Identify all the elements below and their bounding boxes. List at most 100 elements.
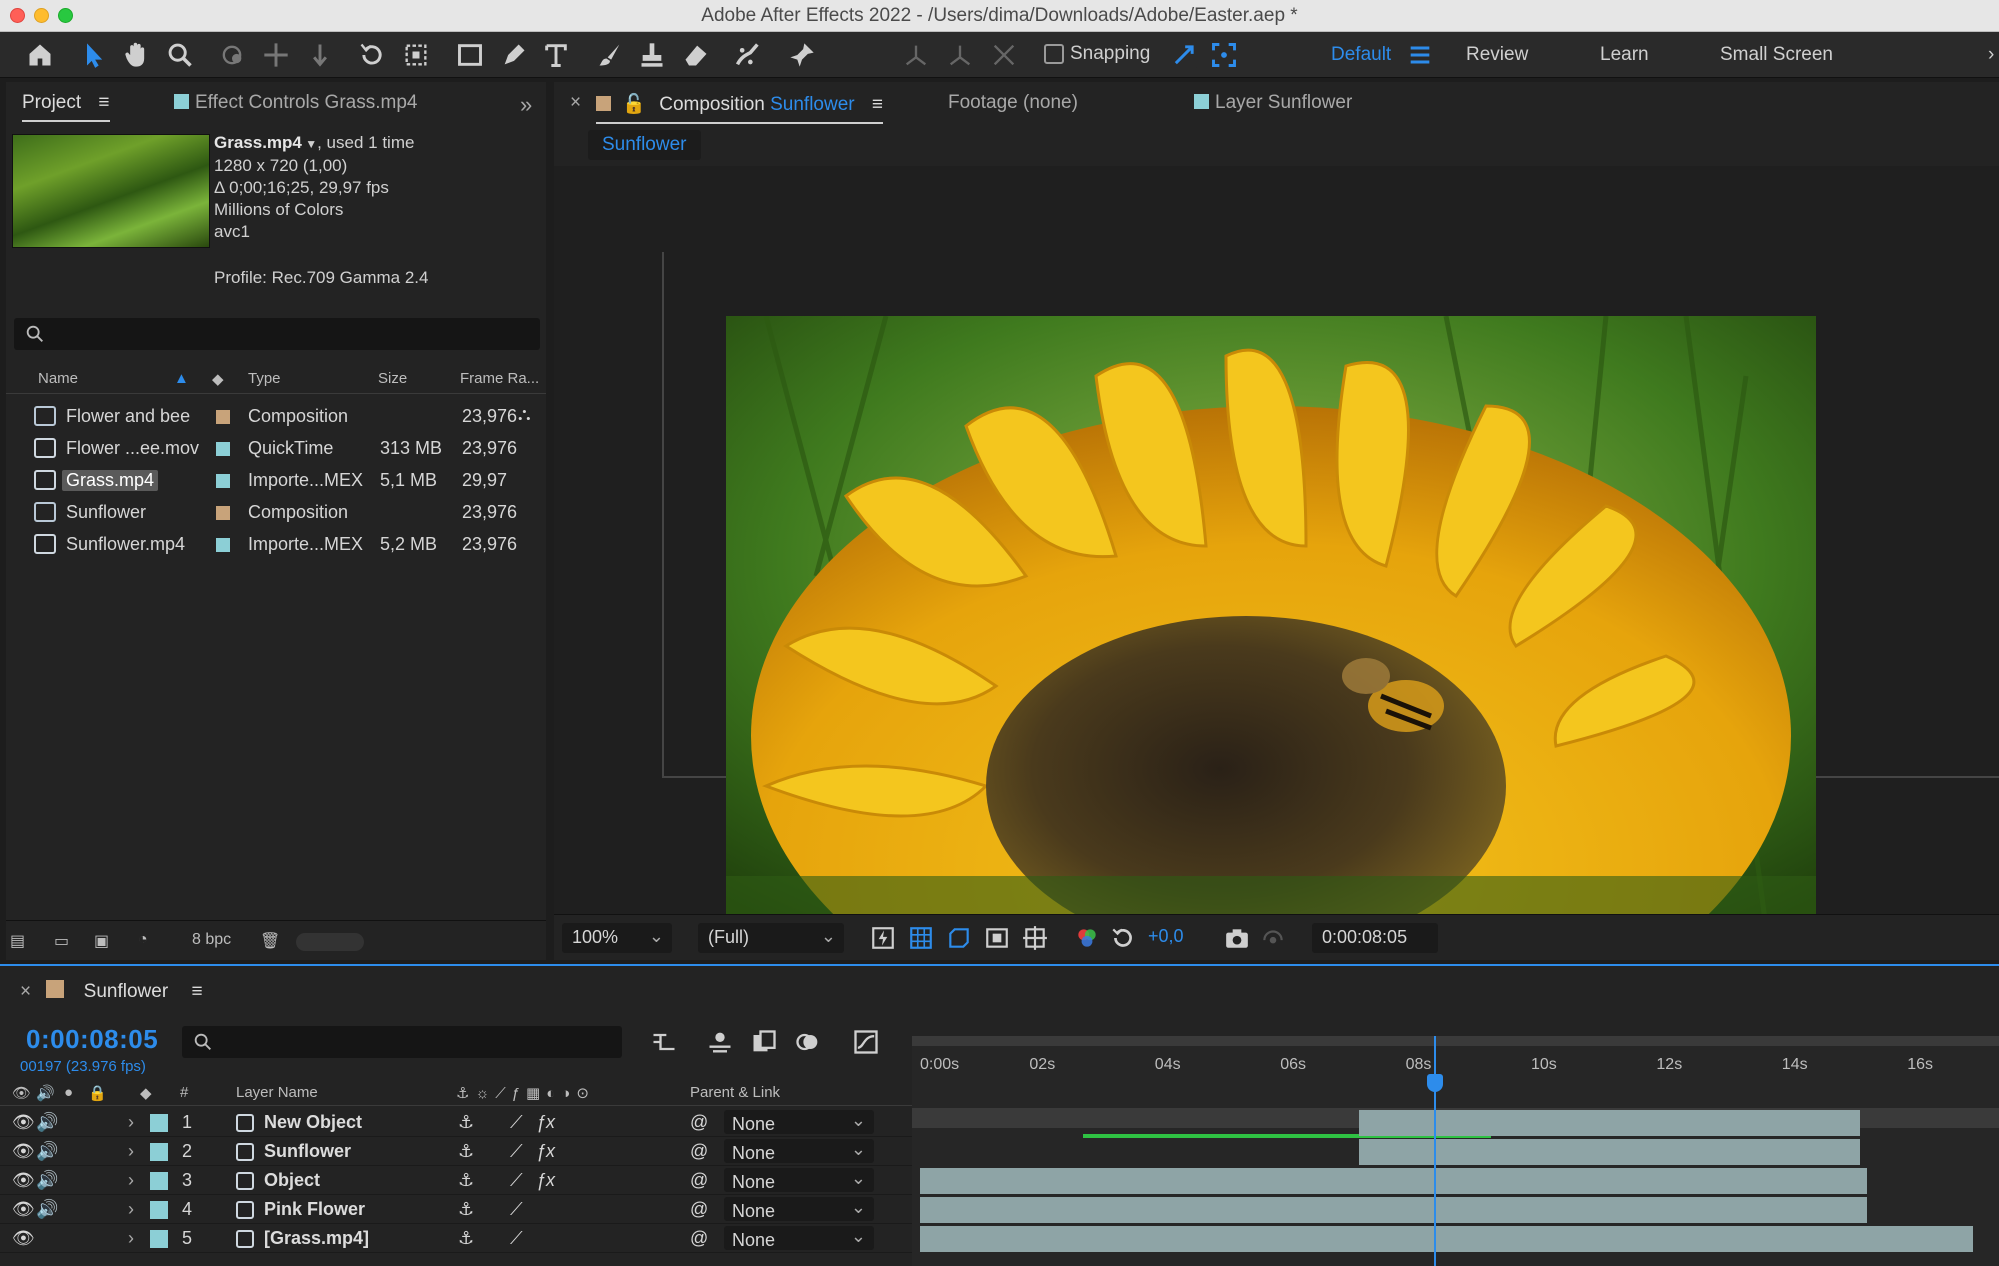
tab-layer[interactable]: Layer Sunflower — [1194, 92, 1352, 114]
layer-label-swatch[interactable] — [150, 1143, 168, 1161]
layer-duration-bar[interactable] — [920, 1168, 1867, 1194]
eraser-icon[interactable] — [680, 39, 712, 71]
panel-menu-icon[interactable]: ≡ — [98, 92, 109, 113]
motion-blur-icon[interactable] — [794, 1028, 822, 1056]
selection-icon[interactable] — [78, 39, 110, 71]
composition-flowchart-icon[interactable] — [650, 1028, 678, 1056]
flowchart-icon[interactable]: ◔ — [138, 931, 148, 949]
clone-stamp-icon[interactable] — [636, 39, 668, 71]
label-color-swatch[interactable] — [216, 410, 230, 424]
flowchart-node-icon[interactable]: ⛬ — [518, 404, 531, 425]
effects-switch-icon[interactable]: ƒx — [536, 1170, 555, 1191]
layer-name[interactable]: Sunflower — [264, 1141, 351, 1162]
dolly-icon[interactable] — [304, 39, 336, 71]
label-color-swatch[interactable] — [216, 506, 230, 520]
parent-dropdown[interactable]: None ⌄ — [724, 1168, 874, 1192]
parent-dropdown[interactable]: None ⌄ — [724, 1110, 874, 1134]
project-search-input[interactable] — [14, 318, 540, 350]
fast-previews-icon[interactable] — [870, 925, 896, 951]
layer-row[interactable]: 👁 › 5 [Grass.mp4] ⚓ ⟋ @ None ⌄ — [0, 1224, 912, 1253]
label-color-swatch[interactable] — [216, 474, 230, 488]
label-column-icon[interactable]: ◆ — [140, 1084, 152, 1102]
shy-switch-icon[interactable]: ⚓ — [458, 1141, 474, 1162]
label-column-icon[interactable]: ◆ — [212, 370, 224, 388]
hand-icon[interactable] — [120, 39, 152, 71]
rotate-icon[interactable] — [356, 39, 388, 71]
home-icon[interactable] — [24, 39, 56, 71]
project-item[interactable]: Flower ...ee.mov QuickTime 313 MB 23,976 — [6, 432, 546, 464]
axis-local-icon[interactable] — [900, 39, 932, 71]
interpret-footage-icon[interactable]: ▤ — [10, 931, 25, 951]
pick-whip-icon[interactable]: @ — [690, 1170, 708, 1191]
layer-label-swatch[interactable] — [150, 1114, 168, 1132]
panel-overflow-icon[interactable]: » — [520, 92, 532, 118]
pick-whip-icon[interactable]: @ — [690, 1228, 708, 1249]
parent-dropdown[interactable]: None ⌄ — [724, 1226, 874, 1250]
quality-switch-icon[interactable]: ⟋ — [510, 1141, 523, 1162]
eye-icon[interactable]: 👁 — [12, 1141, 35, 1162]
project-item[interactable]: Sunflower.mp4 Importe...MEX 5,2 MB 23,976 — [6, 528, 546, 560]
sort-ascending-icon[interactable]: ▲ — [174, 370, 189, 387]
speaker-icon[interactable]: 🔊 — [36, 1199, 58, 1220]
video-switch-icon[interactable]: 👁 — [12, 1084, 31, 1102]
project-item[interactable]: Flower and bee Composition 23,976 ⛬ — [6, 400, 546, 432]
eye-icon[interactable]: 👁 — [12, 1112, 35, 1133]
region-of-interest-icon[interactable] — [984, 925, 1010, 951]
shy-layers-icon[interactable] — [706, 1028, 734, 1056]
quality-switch-icon[interactable]: ⟋ — [510, 1112, 523, 1133]
workspace-overflow-icon[interactable]: › — [1988, 44, 1994, 66]
timeline-timecode[interactable]: 0:00:08:05 — [26, 1024, 158, 1055]
chevron-down-icon[interactable]: ▼ — [302, 137, 317, 151]
column-name[interactable]: Name — [38, 370, 78, 387]
expand-chevron-icon[interactable]: › — [128, 1228, 134, 1249]
time-navigator[interactable] — [912, 1036, 1999, 1046]
layer-name[interactable]: Pink Flower — [264, 1199, 365, 1220]
new-folder-icon[interactable]: ▭ — [54, 931, 69, 951]
region-icon[interactable] — [400, 39, 432, 71]
effects-switch-icon[interactable]: ƒx — [536, 1141, 555, 1162]
layer-row[interactable]: 👁 🔊 › 2 Sunflower ⚓ ⟋ ƒx @ None ⌄ — [0, 1137, 912, 1166]
workspace-menu-icon[interactable] — [1404, 39, 1436, 71]
solo-switch-icon[interactable]: ● — [64, 1084, 73, 1101]
bit-depth-button[interactable]: 8 bpc — [192, 931, 231, 949]
column-layer-name[interactable]: Layer Name — [236, 1084, 318, 1101]
grid-guides-icon[interactable] — [1022, 925, 1048, 951]
layer-label-swatch[interactable] — [150, 1201, 168, 1219]
layer-duration-bar[interactable] — [920, 1226, 1974, 1252]
panel-menu-icon[interactable]: ≡ — [872, 94, 883, 115]
reset-exposure-icon[interactable] — [1110, 925, 1136, 951]
graph-editor-icon[interactable] — [852, 1028, 880, 1056]
snapping-checkbox[interactable] — [1044, 44, 1064, 64]
shy-switch-icon[interactable]: ⚓ — [458, 1199, 474, 1220]
workspace-default[interactable]: Default — [1331, 44, 1391, 66]
parent-dropdown[interactable]: None ⌄ — [724, 1197, 874, 1221]
audio-switch-icon[interactable]: 🔊 — [36, 1084, 55, 1102]
speaker-icon[interactable]: 🔊 — [36, 1170, 58, 1191]
layer-label-swatch[interactable] — [150, 1172, 168, 1190]
layer-row[interactable]: 👁 🔊 › 4 Pink Flower ⚓ ⟋ @ None ⌄ — [0, 1195, 912, 1224]
axis-world-icon[interactable] — [944, 39, 976, 71]
parent-dropdown[interactable]: None ⌄ — [724, 1139, 874, 1163]
expand-chevron-icon[interactable]: › — [128, 1112, 134, 1133]
tab-composition[interactable]: 🔓 Composition Sunflower ≡ — [596, 92, 883, 124]
column-size[interactable]: Size — [378, 370, 407, 387]
exposure-value[interactable]: +0,0 — [1148, 926, 1184, 947]
tab-project[interactable]: Project ≡ — [22, 92, 110, 122]
layer-name[interactable]: [Grass.mp4] — [264, 1228, 369, 1249]
project-item[interactable]: Grass.mp4 Importe...MEX 5,1 MB 29,97 — [6, 464, 546, 496]
orbit-icon[interactable] — [216, 39, 248, 71]
pan-icon[interactable] — [260, 39, 292, 71]
shy-switch-icon[interactable]: ⚓ — [458, 1170, 474, 1191]
pick-whip-icon[interactable]: @ — [690, 1199, 708, 1220]
workspace-review[interactable]: Review — [1466, 44, 1528, 66]
frame-blending-icon[interactable] — [750, 1028, 778, 1056]
speaker-icon[interactable]: 🔊 — [36, 1141, 58, 1162]
tab-footage[interactable]: Footage (none) — [948, 92, 1078, 114]
brush-icon[interactable] — [594, 39, 626, 71]
lock-switch-icon[interactable]: 🔒 — [88, 1084, 107, 1102]
quality-switch-icon[interactable]: ⟋ — [510, 1199, 523, 1220]
workspace-learn[interactable]: Learn — [1600, 44, 1649, 66]
rectangle-icon[interactable] — [454, 39, 486, 71]
close-tab-icon[interactable]: × — [570, 92, 581, 114]
snapping-toggle[interactable]: Snapping — [1044, 43, 1150, 65]
